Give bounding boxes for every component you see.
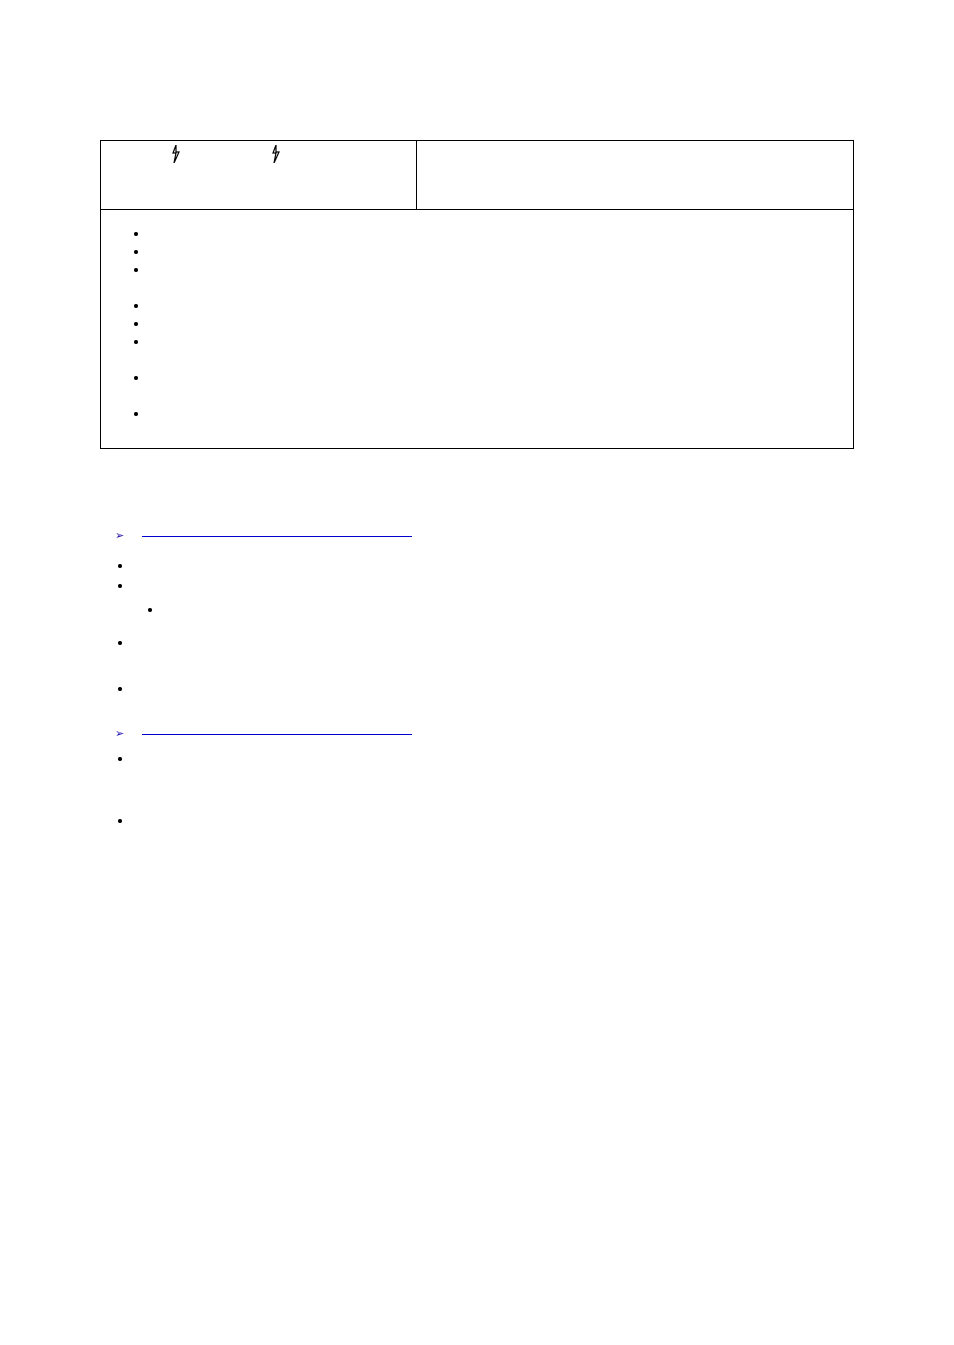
list-item (149, 225, 843, 243)
spacer (149, 279, 843, 297)
main-table (100, 140, 854, 449)
page-content: ➢ ➢ (0, 0, 954, 882)
section-2-list (115, 750, 854, 882)
list-item (149, 315, 843, 333)
list-item (133, 557, 854, 575)
spacer (149, 387, 843, 405)
list-item (149, 333, 843, 351)
spacer (149, 351, 843, 369)
heading-underline[interactable] (142, 733, 412, 735)
section-heading-1: ➢ (115, 527, 854, 542)
section-1-list (115, 557, 854, 715)
list-item (149, 405, 843, 423)
list-item (149, 243, 843, 261)
section-1: ➢ ➢ (115, 527, 854, 882)
table-header-row (101, 141, 854, 210)
list-item (133, 812, 854, 882)
sub-list-item (163, 601, 854, 619)
list-item (149, 261, 843, 279)
list-item (133, 750, 854, 810)
header-cell-right (417, 141, 854, 210)
list-item (149, 369, 843, 387)
heading-underline[interactable] (142, 535, 412, 537)
list-item (133, 577, 854, 595)
bullet-list (131, 225, 843, 423)
arrow-right-icon: ➢ (115, 727, 124, 740)
list-item (133, 634, 854, 678)
header-cell-left (101, 141, 417, 210)
table-content-row (101, 210, 854, 449)
list-item (149, 297, 843, 315)
list-item (133, 680, 854, 715)
section-heading-2: ➢ (115, 725, 854, 740)
lightning-bolt-icon (271, 145, 281, 163)
content-cell (101, 210, 854, 449)
lightning-bolt-icon (171, 145, 181, 163)
arrow-right-icon: ➢ (115, 529, 124, 542)
